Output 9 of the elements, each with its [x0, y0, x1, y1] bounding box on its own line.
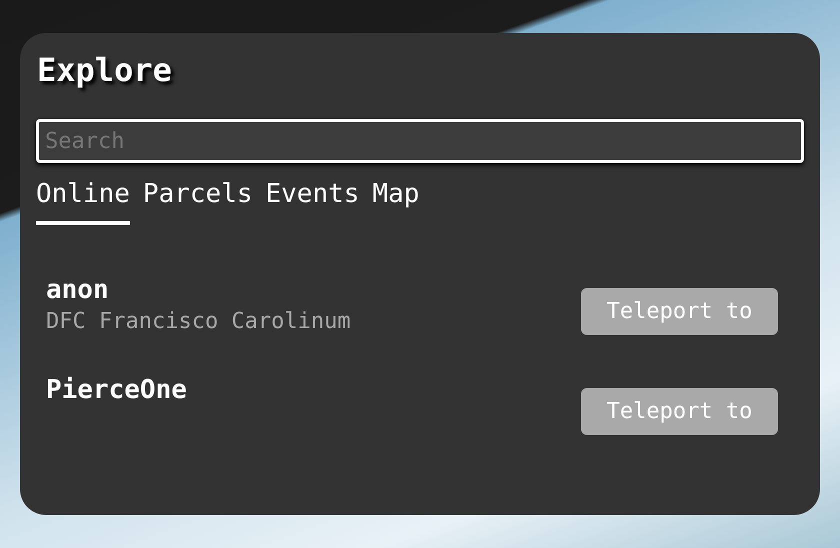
tab[interactable]: Online — [36, 179, 130, 225]
user-location: DFC Francisco Carolinum — [46, 309, 351, 334]
search-field[interactable]: Search — [36, 119, 804, 163]
tab[interactable]: Map — [372, 179, 420, 225]
panel-title: Explore — [37, 51, 173, 89]
user-name: PierceOne — [46, 375, 187, 405]
tab[interactable]: Events — [266, 179, 360, 225]
tab[interactable]: Parcels — [142, 179, 252, 225]
user-name: anon — [46, 275, 110, 305]
